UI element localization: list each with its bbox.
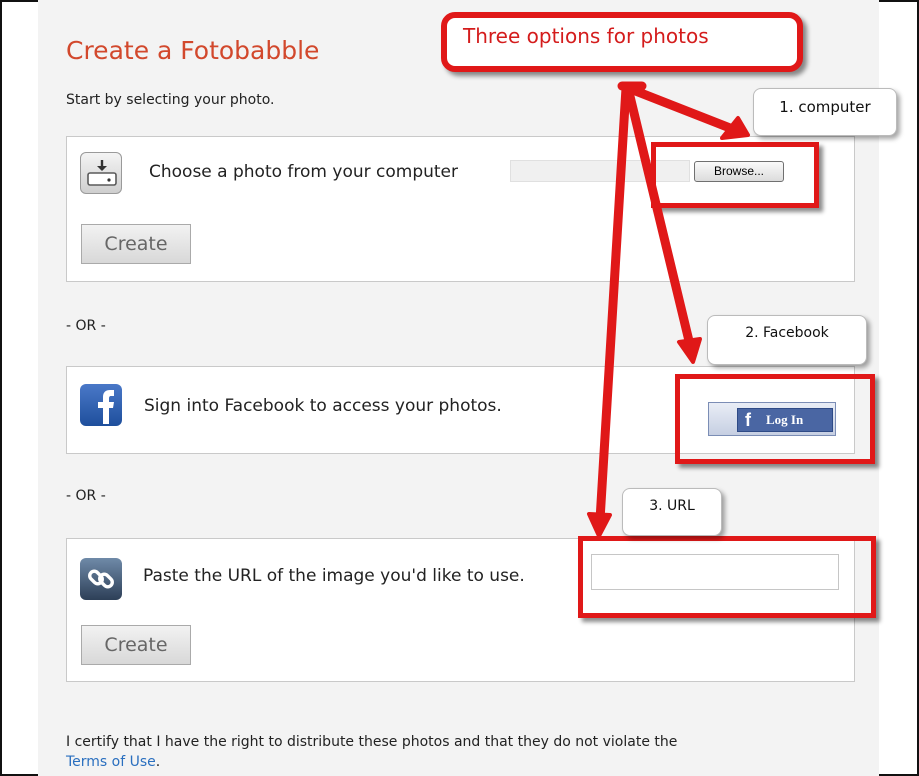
annotation-headline: Three options for photos (441, 12, 803, 72)
annotation-tag-facebook: 2. Facebook (707, 315, 867, 365)
annotation-tag-url: 3. URL (622, 488, 722, 536)
annotation-tag-computer: 1. computer (753, 88, 897, 136)
